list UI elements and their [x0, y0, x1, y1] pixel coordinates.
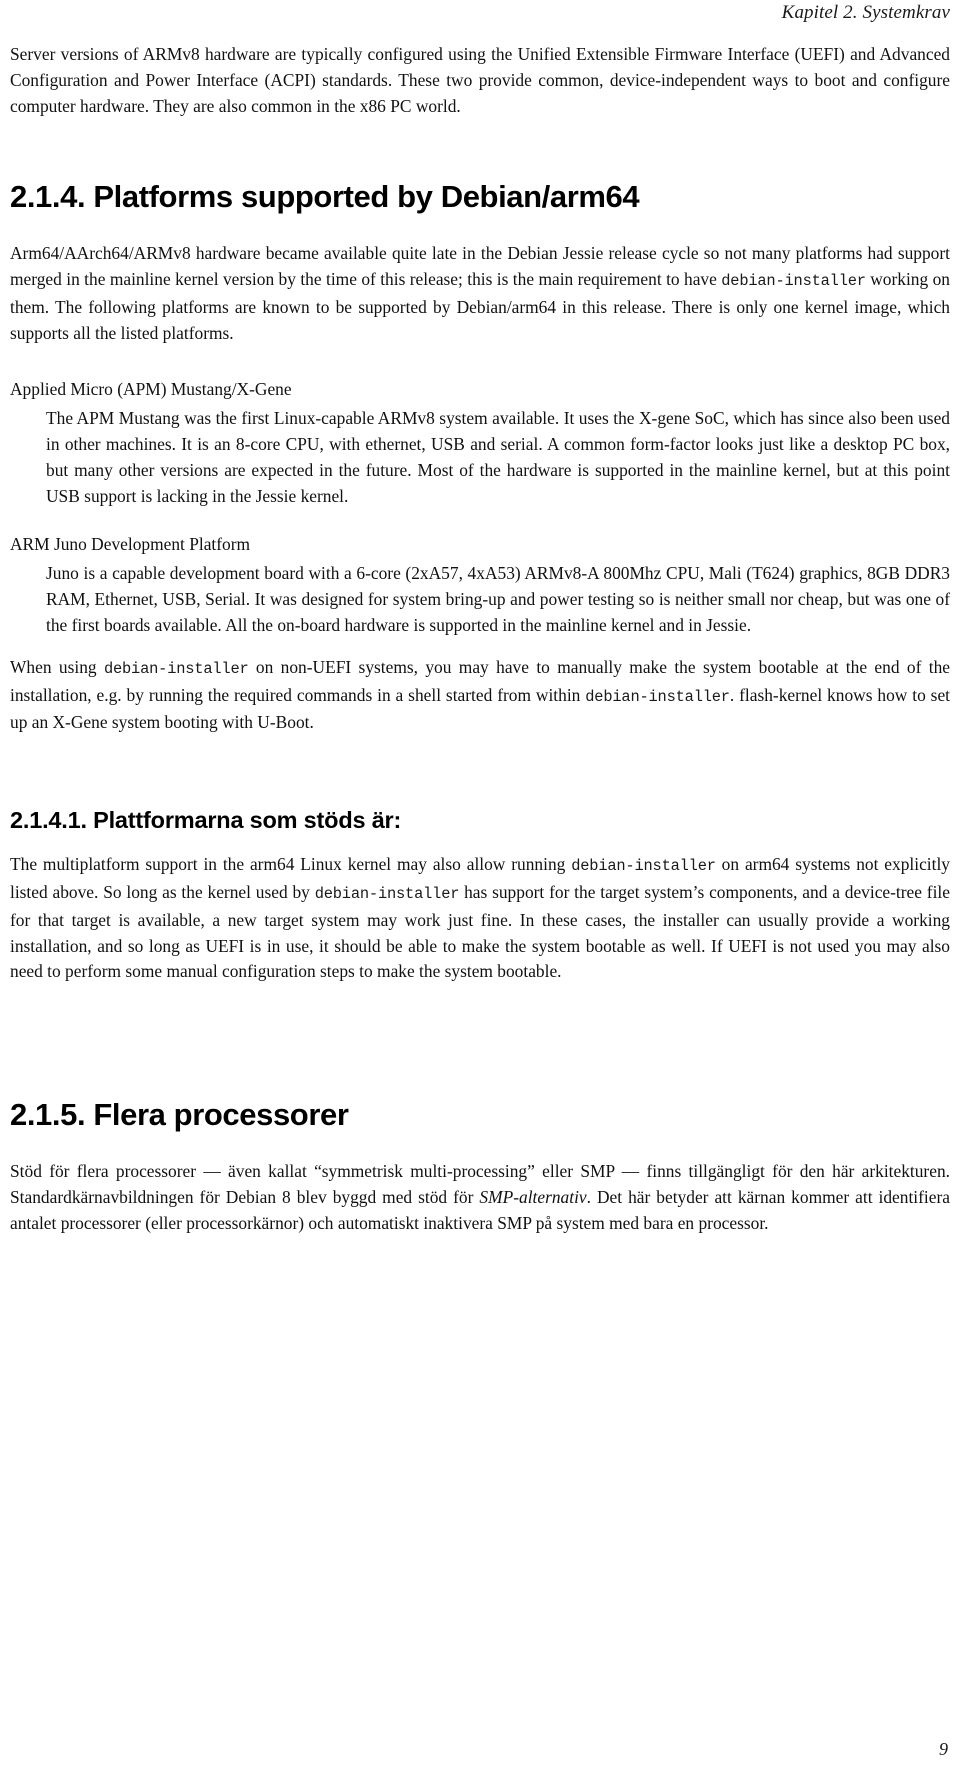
- intro-paragraph-text: Server versions of ARMv8 hardware are ty…: [10, 44, 950, 116]
- section-214-closing-paragraph: When using debian-installer on non-UEFI …: [10, 655, 950, 736]
- code-debian-installer: debian-installer: [314, 884, 460, 903]
- s2141-part1: The multiplatform support in the arm64 L…: [10, 854, 572, 875]
- document-page: Kapitel 2. Systemkrav Server versions of…: [0, 0, 960, 1768]
- emphasis-smp-alternativ: SMP-alternativ: [479, 1186, 587, 1207]
- code-debian-installer: debian-installer: [571, 857, 716, 876]
- heading-2-1-4: 2.1.4. Platforms supported by Debian/arm…: [10, 179, 640, 215]
- supported-platforms-list: Applied Micro (APM) Mustang/X-Gene The A…: [10, 377, 950, 639]
- list-item: Applied Micro (APM) Mustang/X-Gene The A…: [10, 377, 950, 510]
- platform-term: Applied Micro (APM) Mustang/X-Gene: [10, 378, 292, 399]
- code-debian-installer: debian-installer: [585, 687, 730, 706]
- closing-part1: When using: [10, 656, 104, 677]
- section-2141-paragraph: The multiplatform support in the arm64 L…: [10, 852, 950, 985]
- platform-definition: The APM Mustang was the first Linux-capa…: [46, 408, 950, 506]
- section-214-intro-paragraph: Arm64/AArch64/ARMv8 hardware became avai…: [10, 241, 950, 346]
- code-debian-installer: debian-installer: [103, 659, 249, 678]
- code-debian-installer: debian-installer: [721, 272, 866, 291]
- intro-paragraph: Server versions of ARMv8 hardware are ty…: [10, 42, 950, 119]
- platform-term: ARM Juno Development Platform: [10, 533, 251, 554]
- running-header: Kapitel 2. Systemkrav: [781, 2, 950, 23]
- list-item: ARM Juno Development Platform Juno is a …: [10, 532, 950, 639]
- section-215-paragraph: Stöd för flera processorer — även kallat…: [10, 1159, 950, 1236]
- page-content: Server versions of ARMv8 hardware are ty…: [10, 42, 950, 1237]
- page-number: 9: [939, 1739, 948, 1759]
- platform-definition: Juno is a capable development board with…: [46, 563, 950, 635]
- heading-2-1-5: 2.1.5. Flera processorer: [10, 1097, 349, 1133]
- heading-2-1-4-1: 2.1.4.1. Plattformarna som stöds är:: [10, 807, 402, 834]
